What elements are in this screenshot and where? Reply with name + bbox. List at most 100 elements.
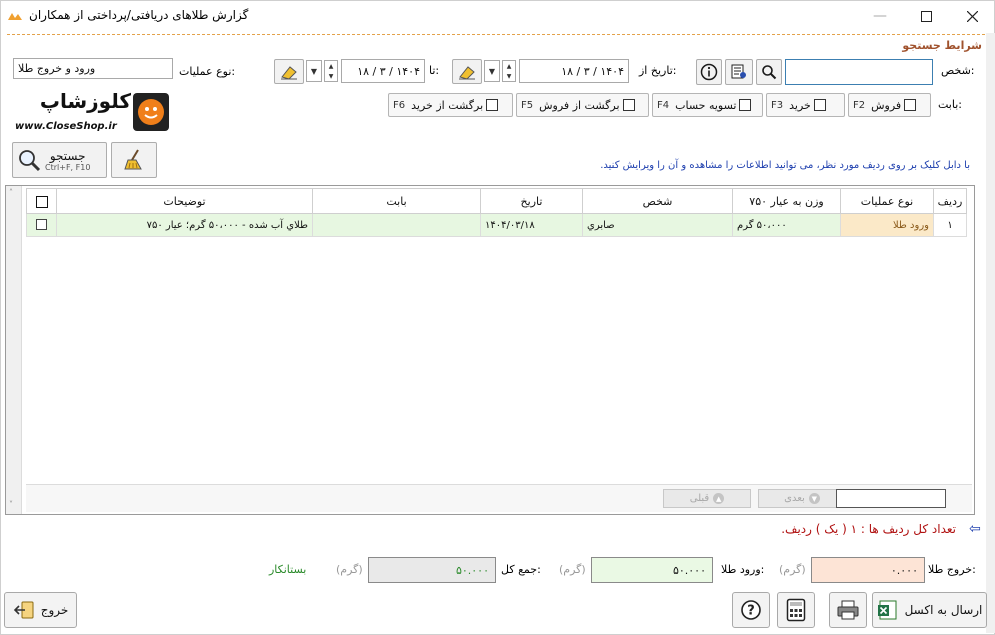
cell-person: صابري — [582, 213, 733, 237]
col-weight[interactable]: وزن به عیار ۷۵۰ — [732, 188, 841, 214]
person-search-button[interactable] — [756, 59, 782, 85]
col-index[interactable]: ردیف — [933, 188, 967, 214]
date-to-dropdown[interactable]: ▼ — [306, 60, 322, 82]
svg-text:?: ? — [747, 604, 755, 619]
results-table: ردیف نوع عملیات وزن به عیار ۷۵۰ شخص تاری… — [26, 188, 967, 237]
col-person[interactable]: شخص — [582, 188, 733, 214]
search-icon — [762, 65, 777, 80]
checkbox[interactable] — [904, 99, 917, 111]
info-button[interactable] — [696, 59, 722, 85]
search-button-shortcut: Ctrl+F, F10 — [45, 162, 91, 172]
operation-type-select[interactable]: ورود و خروج طلا ⌄ — [13, 58, 173, 79]
chevron-down-icon: ▼ — [310, 66, 318, 76]
col-description[interactable]: توضیحات — [56, 188, 313, 214]
cell-select[interactable] — [26, 213, 57, 237]
checkbox[interactable] — [813, 99, 826, 111]
col-operation[interactable]: نوع عملیات — [840, 188, 934, 214]
date-to-label: تا: — [429, 64, 440, 77]
cell-category — [312, 213, 481, 237]
table-row[interactable]: ۱ ورود طلا ۵۰،۰۰۰ گرم صابري ۱۴۰۴/۰۳/۱۸ ط… — [26, 213, 967, 237]
row-count-text: تعداد کل ردیف ها : ۱ ( یک ) ردیف. — [781, 522, 956, 536]
total-value: ۵۰.۰۰۰ — [368, 557, 496, 583]
print-button[interactable] — [829, 592, 867, 628]
col-category[interactable]: بابت — [312, 188, 481, 214]
arrow-left-icon: ⇦ — [969, 521, 981, 537]
calculator-icon — [786, 598, 806, 622]
gold-in-unit: (گرم) — [559, 563, 586, 576]
operation-type-value: ورود و خروج طلا — [18, 62, 96, 75]
date-from-input[interactable]: ۱۸ / ۳ / ۱۴۰۴ — [519, 59, 629, 83]
cell-date: ۱۴۰۴/۰۳/۱۸ — [480, 213, 583, 237]
category-sale-return-checkbox[interactable]: برگشت از فروش F5 — [516, 93, 649, 117]
maximize-icon[interactable] — [903, 1, 949, 31]
gold-in-value: ۵۰.۰۰۰ — [591, 557, 713, 583]
operation-type-label: نوع عملیات: — [179, 65, 236, 78]
chevron-down-icon: ▼ — [488, 66, 496, 76]
scroll-up-icon[interactable]: ˄ — [9, 188, 13, 197]
checkbox[interactable] — [486, 99, 499, 111]
smiley-icon — [133, 93, 169, 131]
logo-url: www.CloseShop.ir — [15, 121, 117, 132]
total-label: جمع کل: — [501, 563, 541, 576]
scroll-down-icon[interactable]: ˅ — [9, 500, 13, 509]
window-scrollbar[interactable] — [986, 33, 995, 633]
checkbox[interactable] — [622, 99, 635, 111]
page-number-input[interactable] — [836, 489, 946, 508]
gold-in-label: ورود طلا: — [721, 563, 765, 576]
minimize-icon[interactable]: — — [857, 1, 903, 31]
checkbox[interactable] — [739, 99, 752, 111]
window-title: گزارش طلاهای دریافتی/پرداختی از همکاران — [29, 8, 249, 22]
search-section-title: شرایط جستجو — [902, 39, 982, 52]
title-bar: گزارش طلاهای دریافتی/پرداختی از همکاران … — [1, 1, 994, 31]
grid-scrollbar[interactable]: ˄ ˅ — [6, 186, 22, 514]
calculator-button[interactable] — [777, 592, 815, 628]
arrow-up-icon: ▲ — [713, 493, 725, 504]
cell-index: ۱ — [933, 213, 967, 237]
export-excel-label: ارسال به اکسل — [904, 603, 983, 617]
person-list-button[interactable] — [725, 59, 753, 85]
category-sale-checkbox[interactable]: فروش F2 — [848, 93, 931, 117]
category-purchase-checkbox[interactable]: خرید F3 — [766, 93, 845, 117]
date-from-clear-button[interactable] — [452, 59, 482, 84]
cell-operation: ورود طلا — [840, 213, 934, 237]
row-checkbox[interactable] — [36, 219, 47, 231]
category-settlement-checkbox[interactable]: تسویه حساب F4 — [652, 93, 763, 117]
search-button-label: جستجو — [49, 148, 86, 163]
col-select-all[interactable] — [26, 188, 57, 214]
date-from-dropdown[interactable]: ▼ — [484, 60, 500, 82]
person-input[interactable] — [785, 59, 933, 85]
date-to-input[interactable]: ۱۸ / ۳ / ۱۴۰۴ — [341, 59, 425, 83]
exit-label: خروج — [40, 603, 69, 617]
eraser-icon — [459, 65, 475, 80]
date-from-label: تاریخ از: — [639, 64, 677, 77]
exit-button[interactable]: خروج — [4, 592, 77, 628]
section-divider — [7, 34, 985, 35]
arrow-down-icon: ▼ — [808, 493, 820, 504]
date-to-clear-button[interactable] — [274, 59, 304, 84]
prev-page-button[interactable]: قبلی ▲ — [663, 489, 751, 508]
info-icon — [700, 63, 718, 81]
gold-out-value: ۰.۰۰۰ — [811, 557, 925, 583]
results-grid: ˄ ˅ ردیف نوع عملیات وزن به عیار ۷۵۰ شخص … — [5, 185, 975, 515]
logo-text: کلوزشاپ — [39, 89, 131, 113]
help-icon: ? — [741, 600, 761, 620]
select-all-checkbox[interactable] — [35, 195, 48, 208]
exit-icon — [13, 601, 34, 619]
category-purchase-return-checkbox[interactable]: برگشت از خرید F6 — [388, 93, 513, 117]
date-to-spinner[interactable]: ▲ ▼ — [324, 60, 338, 82]
user-list-icon — [731, 64, 746, 79]
help-button[interactable]: ? — [732, 592, 770, 628]
col-date[interactable]: تاریخ — [480, 188, 583, 214]
cell-description: طلاي آب شده - ۵۰،۰۰۰ گرم؛ عيار ۷۵۰ — [56, 213, 313, 237]
next-page-button[interactable]: بعدی ▼ — [758, 489, 846, 508]
export-excel-button[interactable]: ارسال به اکسل — [872, 592, 987, 628]
search-button[interactable]: جستجو Ctrl+F, F10 — [12, 142, 107, 178]
app-icon — [8, 13, 22, 20]
cell-weight: ۵۰،۰۰۰ گرم — [732, 213, 841, 237]
close-icon[interactable] — [949, 1, 995, 31]
clear-filters-button[interactable] — [111, 142, 157, 178]
date-from-spinner[interactable]: ▲ ▼ — [502, 60, 516, 82]
magnifier-icon — [19, 150, 41, 172]
grid-pager: قبلی ▲ بعدی ▼ — [26, 484, 972, 512]
gold-out-label: خروج طلا: — [928, 563, 976, 576]
